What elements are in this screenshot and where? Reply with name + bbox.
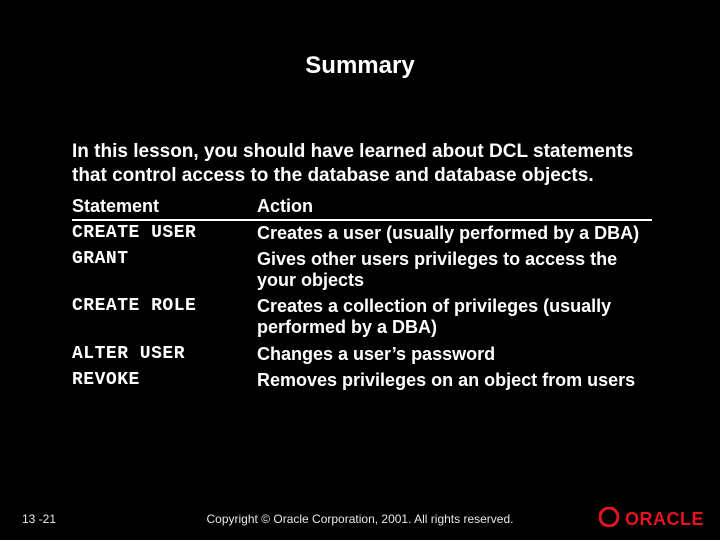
table-cell-stmt: CREATE USER [72, 220, 257, 247]
table-cell-action: Removes privileges on an object from use… [257, 367, 652, 393]
slide-body: In this lesson, you should have learned … [72, 140, 652, 394]
table-cell-action: Changes a user’s password [257, 341, 652, 367]
table-cell-action: Creates a collection of privileges (usua… [257, 294, 652, 341]
oracle-o-icon [599, 507, 619, 532]
table-cell-stmt: ALTER USER [72, 341, 257, 367]
table-cell-stmt: REVOKE [72, 367, 257, 393]
brand-name: ORACLE [625, 509, 704, 530]
slide-title: Summary [0, 0, 720, 80]
slide-footer: 13 -21 Copyright © Oracle Corporation, 2… [0, 500, 720, 540]
col-header-action: Action [257, 194, 652, 220]
table-cell-action: Creates a user (usually performed by a D… [257, 220, 652, 247]
table-cell-stmt: GRANT [72, 246, 257, 293]
col-header-statement: Statement [72, 194, 257, 220]
brand-logo: ORACLE [599, 507, 704, 532]
table-cell-stmt: CREATE ROLE [72, 294, 257, 341]
lead-text: In this lesson, you should have learned … [72, 140, 652, 188]
table-cell-action: Gives other users privileges to access t… [257, 246, 652, 293]
statements-table: Statement Action CREATE USER Creates a u… [72, 194, 652, 395]
